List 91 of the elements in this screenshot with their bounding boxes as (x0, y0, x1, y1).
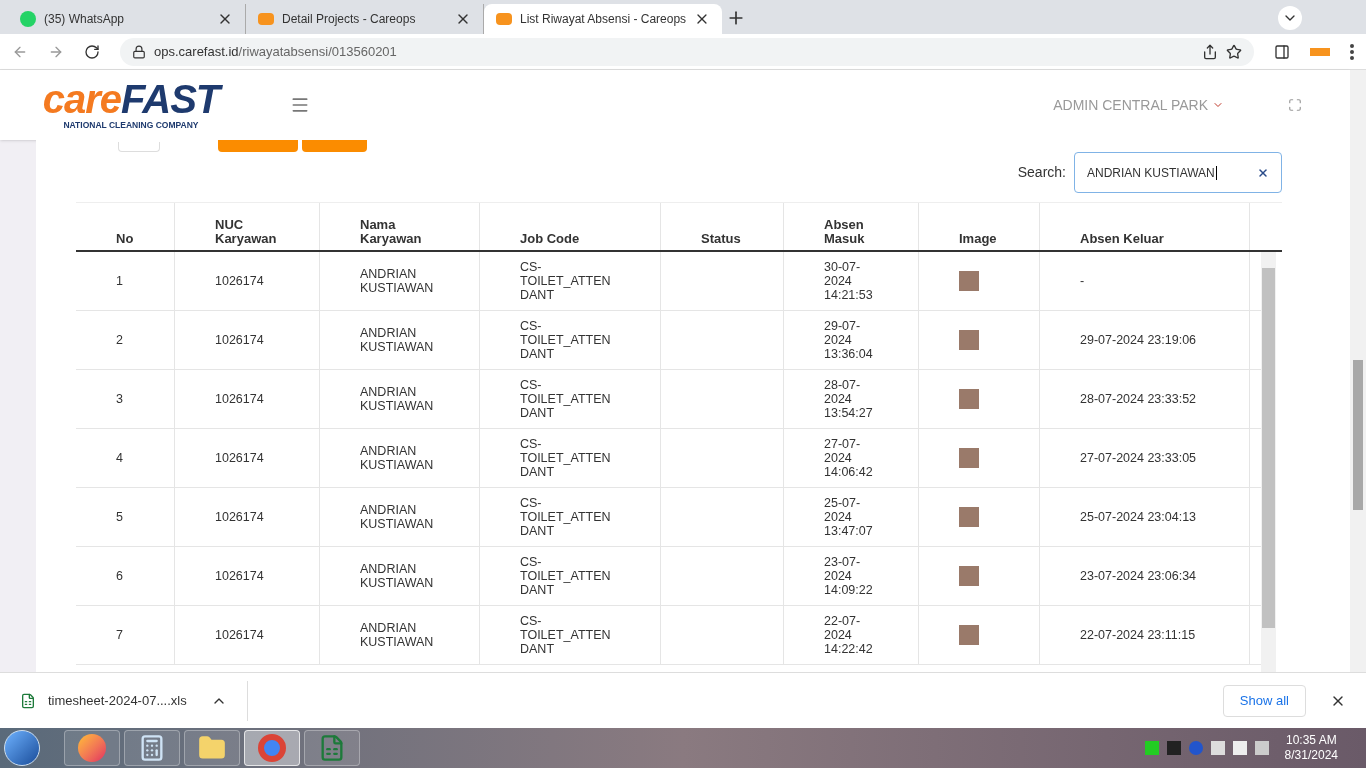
taskbar-app[interactable] (184, 730, 240, 766)
table-cell: 1026174 (215, 569, 264, 583)
table-cell: 29-07- 2024 13:36:04 (824, 319, 873, 361)
clear-icon[interactable] (1257, 166, 1269, 179)
table-cell: 27-07- 2024 14:06:42 (824, 437, 873, 479)
extension-icon[interactable] (1310, 47, 1330, 56)
table-cell: 4 (116, 451, 123, 465)
tab-search-icon[interactable] (1278, 6, 1302, 30)
table-cell: 22-07-2024 23:11:15 (1080, 628, 1196, 642)
start-icon[interactable] (4, 730, 40, 766)
tray-icon[interactable] (1144, 741, 1159, 755)
table-cell: CS- TOILET_ATTEN DANT (520, 555, 611, 597)
table-cell: ANDRIAN KUSTIAWAN (360, 326, 434, 354)
more-icon[interactable] (1350, 43, 1354, 60)
table-cell: 25-07-2024 23:04:13 (1080, 510, 1197, 524)
browser-icon (78, 734, 106, 762)
tab-title: List Riwayat Absensi - Careops (520, 11, 687, 28)
spreadsheet-icon (20, 692, 36, 709)
logo-icon (496, 13, 512, 25)
table-cell: CS- TOILET_ATTEN DANT (520, 378, 611, 420)
column-header[interactable]: Image (959, 232, 997, 246)
table-cell: CS- TOILET_ATTEN DANT (520, 496, 611, 538)
brand-logo[interactable]: careFAST NATIONAL CLEANING COMPANY (36, 78, 226, 132)
table-cell: - (1080, 274, 1085, 288)
table-cell: ANDRIAN KUSTIAWAN (360, 444, 434, 472)
table-cell: ANDRIAN KUSTIAWAN (360, 621, 434, 649)
browser-tab[interactable]: (35) WhatsApp (8, 4, 246, 34)
folder-icon (198, 734, 226, 762)
tray-icon[interactable] (1166, 741, 1181, 755)
table-cell: ANDRIAN KUSTIAWAN (360, 562, 434, 590)
url-text: ops.carefast.id/riwayatabsensi/013560201 (154, 42, 398, 61)
table-cell: ANDRIAN KUSTIAWAN (360, 267, 434, 295)
table-cell: 23-07- 2024 14:09:22 (824, 555, 873, 597)
table-cell: CS- TOILET_ATTEN DANT (520, 614, 611, 656)
download-filename[interactable]: timesheet-2024-07....xls (48, 690, 187, 711)
taskbar-app[interactable] (64, 730, 120, 766)
clock[interactable]: 10:35 AM 8/31/2024 (1284, 733, 1338, 763)
column-header[interactable]: Status (701, 232, 741, 246)
table-cell: 1026174 (215, 392, 264, 406)
table-cell: ANDRIAN KUSTIAWAN (360, 385, 434, 413)
table-cell: 23-07-2024 23:06:34 (1080, 569, 1197, 583)
table-cell: 28-07- 2024 13:54:27 (824, 378, 873, 420)
table-cell: 2 (116, 333, 123, 347)
bookmark-icon[interactable] (1226, 43, 1242, 60)
side-panel-icon[interactable] (1274, 43, 1290, 60)
column-header[interactable]: NUC Karyawan (215, 218, 277, 246)
browser-tab[interactable]: Detail Projects - Careops (246, 4, 484, 34)
table-cell: ANDRIAN KUSTIAWAN (360, 503, 434, 531)
table-cell: 5 (116, 510, 123, 524)
table-cell: 1026174 (215, 333, 264, 347)
table-cell: CS- TOILET_ATTEN DANT (520, 260, 611, 302)
menu-icon[interactable] (290, 95, 310, 115)
tab-title: (35) WhatsApp (44, 11, 126, 28)
browser-icon (258, 734, 286, 762)
table-cell: 6 (116, 569, 123, 583)
table-cell: CS- TOILET_ATTEN DANT (520, 437, 611, 479)
chat-icon (20, 11, 36, 27)
fullscreen-icon[interactable] (1288, 98, 1302, 112)
table-cell: CS- TOILET_ATTEN DANT (520, 319, 611, 361)
table-cell: 7 (116, 628, 123, 642)
show-all-button[interactable]: Show all (1222, 684, 1306, 717)
lock-icon (132, 44, 146, 59)
taskbar-app[interactable] (244, 730, 300, 766)
table-cell: 25-07- 2024 13:47:07 (824, 496, 873, 538)
table-cell: 28-07-2024 23:33:52 (1080, 392, 1197, 406)
table-cell: 1026174 (215, 451, 264, 465)
taskbar-app[interactable] (304, 730, 360, 766)
tab-title: Detail Projects - Careops (282, 11, 417, 28)
table-cell: 1026174 (215, 274, 264, 288)
table-cell: 29-07-2024 23:19:06 (1080, 333, 1197, 347)
table-cell: 1026174 (215, 510, 264, 524)
table-cell: 3 (116, 392, 123, 406)
column-header[interactable]: Nama Karyawan (360, 218, 422, 246)
table-cell: 30-07- 2024 14:21:53 (824, 260, 873, 302)
logo-icon (258, 13, 274, 25)
reload-icon[interactable] (84, 43, 100, 60)
table-scrollbar[interactable] (1261, 252, 1276, 672)
browser-tab[interactable]: List Riwayat Absensi - Careops (484, 4, 722, 34)
share-icon[interactable] (1202, 43, 1218, 60)
column-header[interactable]: Absen Keluar (1080, 232, 1164, 246)
table-cell: 1 (116, 274, 123, 288)
table-cell: 1026174 (215, 628, 264, 642)
column-header[interactable]: Absen Masuk (824, 218, 865, 246)
search-field[interactable]: ANDRIAN KUSTIAWAN (1074, 152, 1282, 193)
column-header[interactable]: No (116, 232, 134, 246)
address-bar[interactable]: ops.carefast.id/riwayatabsensi/013560201 (120, 37, 1254, 66)
table-cell: 22-07- 2024 14:22:42 (824, 614, 873, 656)
column-header[interactable]: Job Code (520, 232, 580, 246)
taskbar-app[interactable] (124, 730, 180, 766)
table-cell: 27-07-2024 23:33:05 (1080, 451, 1197, 465)
search-label: Search: (1017, 163, 1066, 182)
